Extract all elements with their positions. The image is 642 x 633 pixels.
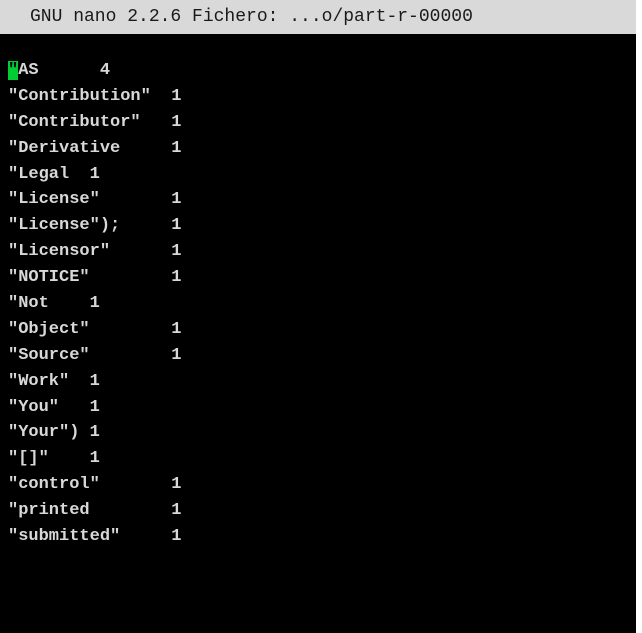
line-word: AS [18,61,39,80]
line-count: 1 [89,371,100,391]
line-count: 1 [89,423,100,443]
nano-title-bar: GNU nano 2.2.6 Fichero: ...o/part-r-0000… [0,0,636,34]
buffer-line: "submitted" 1 [8,524,181,550]
buffer-line: "Derivative 1 [8,136,181,162]
line-word: "Derivative [8,138,121,158]
line-count: 1 [171,475,182,495]
text-cursor: " [8,61,19,80]
line-count: 4 [99,61,111,80]
line-word: "License"); [8,216,121,236]
line-word: "Source" [8,345,90,365]
line-word: "printed [8,501,90,521]
line-separator [100,190,171,209]
line-separator [39,61,100,80]
line-separator [151,87,171,106]
buffer-line: "License" 1 [8,187,181,213]
buffer-line: "You" 1 [8,395,181,421]
terminal-window[interactable]: GNU nano 2.2.6 Fichero: ...o/part-r-0000… [0,0,642,633]
buffer-line: "Your") 1 [8,420,181,446]
line-count: 1 [171,190,182,210]
line-word: "License" [8,190,100,210]
buffer-line: "Work" 1 [8,369,181,395]
line-count: 1 [89,164,100,184]
line-count: 1 [89,449,100,469]
buffer-line: "Legal 1 [8,162,181,188]
line-count: 1 [171,501,182,521]
buffer-line: "Not 1 [8,291,181,317]
line-word: "Legal [8,164,70,184]
line-separator [59,398,90,417]
line-count: 1 [171,138,182,158]
line-separator [90,346,172,365]
line-word: "Contributor" [8,112,141,132]
line-separator [69,372,89,391]
buffer-line: "Licensor" 1 [8,239,181,265]
line-word: "Work" [8,371,70,391]
line-count: 1 [171,527,182,547]
line-count: 1 [89,294,100,314]
line-count: 1 [89,397,100,417]
line-separator [141,113,172,132]
line-separator [49,294,90,313]
line-separator [90,501,172,520]
line-count: 1 [171,112,182,132]
editor-buffer[interactable]: "AS 4 "Contribution" 1 "Contributor" 1 "… [8,58,181,550]
line-count: 1 [171,242,182,262]
line-word: "control" [8,475,100,495]
buffer-line: "NOTICE" 1 [8,265,181,291]
line-separator [120,527,171,546]
line-word: "Your") [8,423,80,443]
line-word: "Contribution" [8,86,151,106]
buffer-line: "License"); 1 [8,213,181,239]
line-word: "Licensor" [8,242,111,262]
buffer-line: "Contribution" 1 [8,84,181,110]
buffer-line: "Source" 1 [8,343,181,369]
buffer-line: "control" 1 [8,472,181,498]
buffer-line: "AS 4 [8,58,181,84]
line-separator [120,139,171,158]
line-separator [90,268,172,287]
line-separator [100,475,171,494]
line-count: 1 [171,319,182,339]
line-count: 1 [171,345,182,365]
line-separator [79,423,89,442]
line-separator [120,216,171,235]
line-separator [49,449,90,468]
buffer-line: "Object" 1 [8,317,181,343]
line-separator [90,320,172,339]
line-word: "[]" [8,449,49,469]
buffer-line: "printed 1 [8,498,181,524]
line-word: "You" [8,397,60,417]
line-separator [110,242,171,261]
line-separator [69,165,89,184]
line-count: 1 [171,86,182,106]
line-count: 1 [171,268,182,288]
line-count: 1 [171,216,182,236]
buffer-line: "Contributor" 1 [8,110,181,136]
line-word: "Object" [8,319,90,339]
line-word: "NOTICE" [8,268,90,288]
line-word: "submitted" [8,527,121,547]
line-word: "Not [8,294,49,314]
buffer-line: "[]" 1 [8,446,181,472]
